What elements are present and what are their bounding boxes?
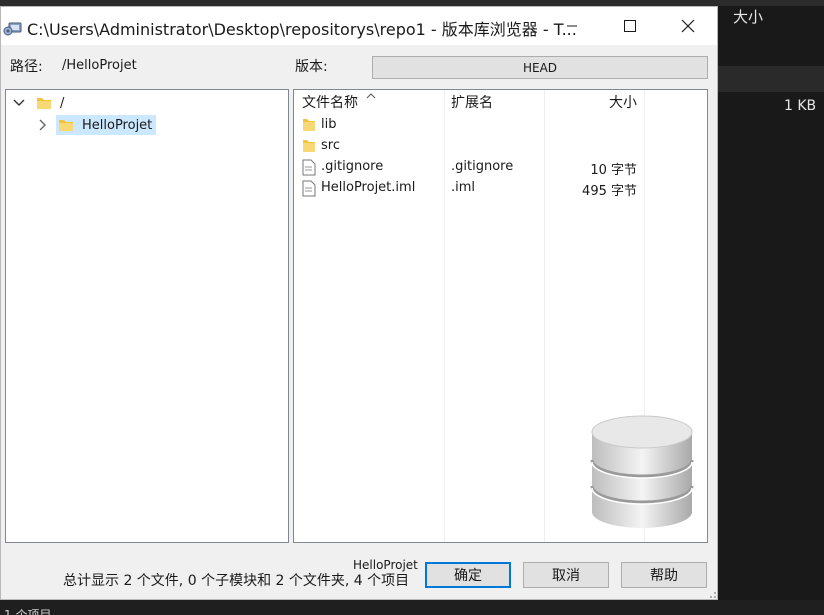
database-icon bbox=[590, 415, 694, 528]
resize-grip-icon[interactable] bbox=[705, 589, 717, 599]
column-header-size[interactable]: 大小 bbox=[609, 92, 637, 112]
file-icon bbox=[302, 180, 316, 197]
minimize-button[interactable] bbox=[543, 7, 601, 45]
sort-ascending-icon bbox=[366, 93, 376, 99]
folder-icon bbox=[303, 119, 315, 131]
tree-item-root[interactable]: / bbox=[12, 93, 64, 113]
repo-browser-dialog: C:\Users\Administrator\Desktop\repositor… bbox=[0, 6, 718, 600]
help-button[interactable]: 帮助 bbox=[621, 562, 707, 588]
file-icon bbox=[302, 159, 316, 176]
cancel-button[interactable]: 取消 bbox=[523, 562, 609, 588]
background-status-text: 1 个项目 bbox=[4, 608, 52, 615]
column-header-name[interactable]: 文件名称 bbox=[302, 92, 358, 112]
background-row-highlight bbox=[718, 66, 824, 92]
list-item[interactable]: .gitignore .gitignore 10 字节 bbox=[294, 157, 707, 178]
file-name: src bbox=[321, 138, 340, 153]
file-extension: .iml bbox=[451, 180, 476, 195]
background-status-bar bbox=[0, 600, 824, 615]
close-icon bbox=[681, 19, 695, 33]
file-name: HelloProjet.iml bbox=[321, 180, 416, 195]
repo-browser-icon bbox=[3, 22, 22, 36]
list-item[interactable]: HelloProjet.iml .iml 495 字节 bbox=[294, 178, 707, 199]
file-name: .gitignore bbox=[321, 159, 384, 174]
tree-item-helloprojet-label: HelloProjet bbox=[82, 117, 153, 133]
summary-text: 总计显示 2 个文件, 0 个子模块和 2 个文件夹, 4 个项目 bbox=[63, 573, 410, 589]
file-list[interactable]: 文件名称 扩展名 大小 lib src .gitignore .gitignor… bbox=[293, 89, 708, 543]
path-label: 路径: bbox=[10, 59, 43, 75]
version-button[interactable]: HEAD bbox=[372, 56, 708, 79]
ok-button[interactable]: 确定 bbox=[425, 562, 511, 588]
list-item[interactable]: src bbox=[294, 136, 707, 157]
list-item[interactable]: lib bbox=[294, 115, 707, 136]
folder-tree[interactable]: / HelloProjet bbox=[5, 89, 289, 543]
tree-item-helloprojet[interactable]: HelloProjet bbox=[36, 115, 157, 135]
minimize-icon bbox=[567, 25, 577, 27]
chevron-right-icon[interactable] bbox=[36, 118, 50, 132]
folder-icon bbox=[37, 98, 51, 109]
folder-icon bbox=[303, 140, 315, 152]
file-size: 495 字节 bbox=[582, 184, 637, 199]
close-button[interactable] bbox=[659, 7, 717, 45]
file-extension: .gitignore bbox=[451, 159, 514, 174]
maximize-icon bbox=[624, 20, 636, 32]
background-size-value: 1 KB bbox=[784, 98, 817, 114]
file-name: lib bbox=[321, 117, 337, 132]
window-title: C:\Users\Administrator\Desktop\repositor… bbox=[27, 20, 577, 39]
path-value: /HelloProjet bbox=[62, 58, 137, 73]
title-bar[interactable]: C:\Users\Administrator\Desktop\repositor… bbox=[1, 7, 717, 45]
file-size: 10 字节 bbox=[590, 163, 637, 178]
tree-selection[interactable]: HelloProjet bbox=[56, 115, 157, 135]
column-header-extension[interactable]: 扩展名 bbox=[451, 92, 493, 112]
folder-icon bbox=[59, 120, 73, 131]
chevron-down-icon[interactable] bbox=[12, 96, 26, 110]
background-size-column-header: 大小 bbox=[733, 8, 764, 26]
version-label: 版本: bbox=[295, 59, 328, 75]
maximize-button[interactable] bbox=[601, 7, 659, 45]
tree-item-root-label: / bbox=[60, 95, 65, 111]
